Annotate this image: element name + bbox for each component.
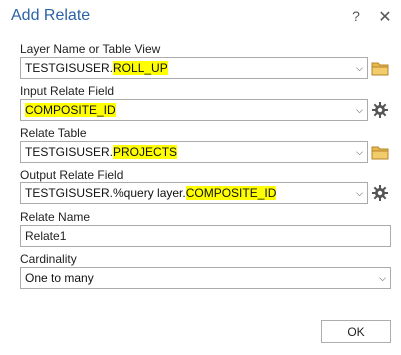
chevron-down-icon: ⌵	[379, 273, 386, 283]
chevron-down-icon: ⌵	[356, 147, 363, 157]
input-relate-field-label: Input Relate Field	[20, 84, 115, 98]
input-relate-field-combobox[interactable]: COMPOSITE_ID ⌵	[20, 99, 368, 121]
folder-icon[interactable]	[371, 143, 389, 161]
folder-icon[interactable]	[371, 59, 389, 77]
input-relate-field-value: COMPOSITE_ID	[25, 103, 116, 117]
output-relate-field-combobox[interactable]: TESTGISUSER.%query layer.COMPOSITE_ID ⌵	[20, 182, 368, 204]
relate-name-label: Relate Name	[20, 210, 91, 224]
output-relate-field-value: TESTGISUSER.%query layer.COMPOSITE_ID	[25, 186, 277, 200]
title-bar: Add Relate ? ✕	[0, 0, 401, 34]
cardinality-label: Cardinality	[20, 252, 77, 266]
cardinality-dropdown[interactable]: One to many ⌵	[20, 267, 391, 289]
relate-table-label: Relate Table	[20, 126, 87, 140]
gear-icon[interactable]	[371, 184, 389, 202]
cardinality-value: One to many	[25, 271, 94, 285]
relate-table-combobox[interactable]: TESTGISUSER.PROJECTS ⌵	[20, 141, 368, 163]
dialog-title: Add Relate	[11, 7, 91, 24]
layer-name-value: TESTGISUSER.ROLL_UP	[25, 61, 168, 75]
layer-name-label: Layer Name or Table View	[20, 42, 161, 56]
close-button[interactable]: ✕	[378, 7, 392, 26]
help-button[interactable]: ?	[349, 8, 363, 24]
ok-button[interactable]: OK	[321, 320, 391, 343]
gear-icon[interactable]	[371, 101, 389, 119]
chevron-down-icon: ⌵	[356, 105, 363, 115]
output-relate-field-label: Output Relate Field	[20, 168, 124, 182]
relate-table-value: TESTGISUSER.PROJECTS	[25, 145, 178, 159]
relate-name-input[interactable]	[21, 226, 390, 246]
layer-name-combobox[interactable]: TESTGISUSER.ROLL_UP ⌵	[20, 57, 368, 79]
relate-name-field[interactable]	[20, 225, 391, 247]
chevron-down-icon: ⌵	[356, 188, 363, 198]
chevron-down-icon: ⌵	[356, 63, 363, 73]
